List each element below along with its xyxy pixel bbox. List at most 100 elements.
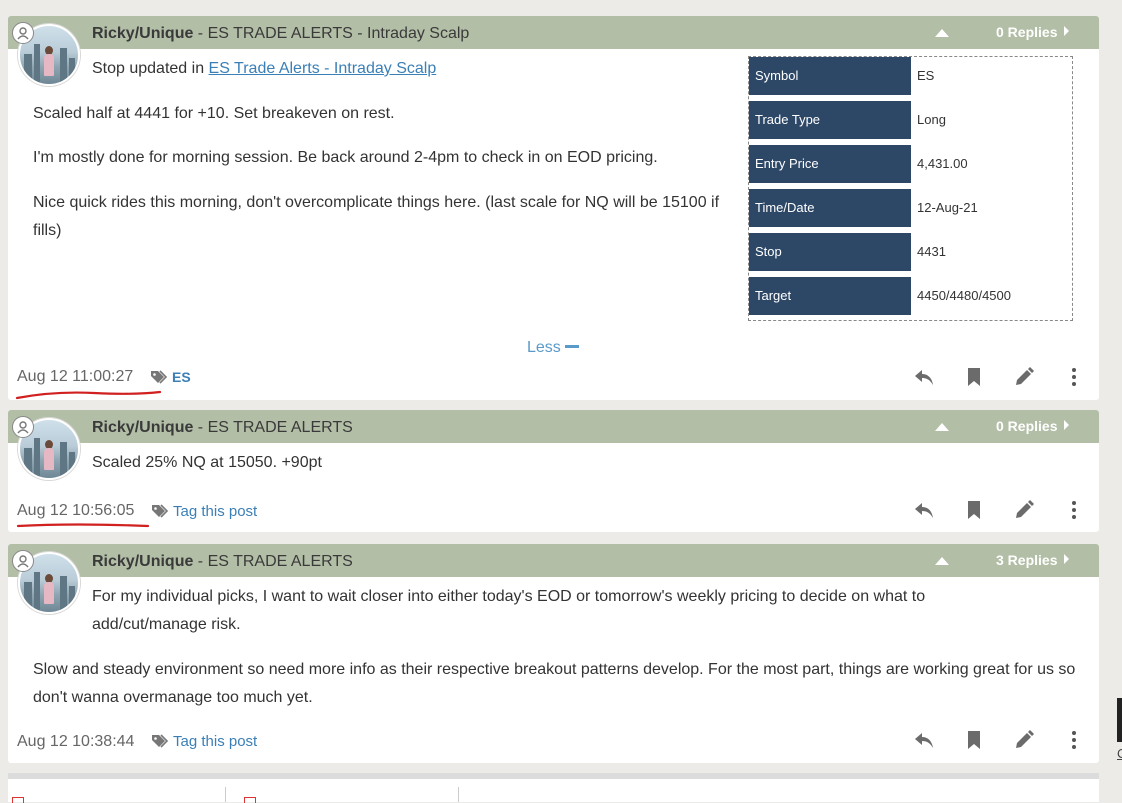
trade-row-date: Time/Date 12-Aug-21 <box>749 189 1072 227</box>
bookmark-icon[interactable] <box>962 498 986 522</box>
post-timestamp[interactable]: Aug 12 10:38:44 <box>17 733 134 751</box>
trade-value: Long <box>917 112 946 127</box>
post-3: Ricky/Unique - ES TRADE ALERTS 3 Replies… <box>8 544 1099 763</box>
checkbox-stub[interactable] <box>244 797 256 803</box>
post-header: Ricky/Unique - ES TRADE ALERTS 3 Replies <box>8 544 1099 577</box>
trade-key: Entry Price <box>749 145 911 183</box>
post-paragraph: Slow and steady environment so need more… <box>33 661 1076 706</box>
post-timestamp[interactable]: Aug 12 11:00:27 <box>17 368 133 386</box>
edit-icon[interactable] <box>1012 498 1036 522</box>
less-label: Less <box>527 339 561 356</box>
trade-value: 4431 <box>917 244 946 259</box>
avatar-building <box>60 576 67 612</box>
tag-label: Tag this post <box>173 503 258 520</box>
chevron-right-icon <box>1064 554 1070 564</box>
chevron-up-icon[interactable] <box>935 423 949 431</box>
chevron-up-icon[interactable] <box>935 557 949 565</box>
bookmark-icon[interactable] <box>962 728 986 752</box>
more-vertical-icon[interactable] <box>1062 498 1086 522</box>
post-paragraph: I'm mostly done for morning session. Be … <box>33 149 658 166</box>
red-underline-annotation <box>15 390 162 400</box>
more-vertical-icon[interactable] <box>1062 728 1086 752</box>
trade-value: 4,431.00 <box>917 156 968 171</box>
post-paragraph: Scaled half at 4441 for +10. Set breakev… <box>33 105 395 122</box>
trade-key: Time/Date <box>749 189 911 227</box>
avatar-building <box>69 58 75 84</box>
edit-icon[interactable] <box>1012 728 1036 752</box>
trade-row-entry: Entry Price 4,431.00 <box>749 145 1072 183</box>
intro-text: Stop updated in <box>92 60 209 77</box>
post-tag[interactable]: ES <box>150 369 191 385</box>
channel-name: - ES TRADE ALERTS <box>193 419 353 436</box>
user-icon <box>12 416 34 438</box>
trade-value: ES <box>917 68 935 83</box>
post-header: Ricky/Unique - ES TRADE ALERTS - Intrada… <box>8 16 1099 49</box>
trade-row-symbol: Symbol ES <box>749 57 1072 95</box>
tag-this-post[interactable]: Tag this post <box>151 733 257 750</box>
author-line: Ricky/Unique - ES TRADE ALERTS - Intrada… <box>92 25 469 43</box>
chevron-up-icon[interactable] <box>935 29 949 37</box>
channel-link[interactable]: ES Trade Alerts - Intraday Scalp <box>209 60 437 77</box>
replies-link[interactable]: 0 Replies <box>996 24 1070 40</box>
scrollbar-edge[interactable] <box>1117 698 1122 742</box>
replies-count: 0 Replies <box>996 418 1058 434</box>
author-name[interactable]: Ricky/Unique <box>92 419 193 436</box>
minus-icon <box>564 345 579 348</box>
post-timestamp[interactable]: Aug 12 10:56:05 <box>17 502 134 520</box>
replies-link[interactable]: 3 Replies <box>996 552 1070 568</box>
reply-icon[interactable] <box>912 365 936 389</box>
reply-icon[interactable] <box>912 728 936 752</box>
chevron-right-icon <box>1064 420 1070 430</box>
tag-icon <box>151 370 168 384</box>
red-underline-annotation <box>16 523 150 528</box>
post-intro: Stop updated in ES Trade Alerts - Intrad… <box>92 55 436 83</box>
avatar-building <box>60 442 67 478</box>
checkbox-stub[interactable] <box>12 797 24 803</box>
post-1: Ricky/Unique - ES TRADE ALERTS - Intrada… <box>8 16 1099 400</box>
avatar-person <box>44 582 54 604</box>
avatar-building <box>60 48 67 84</box>
more-vertical-icon[interactable] <box>1062 365 1086 389</box>
avatar-person <box>44 448 54 470</box>
avatar-building <box>24 54 32 84</box>
post-paragraph: For my individual picks, I want to wait … <box>92 588 926 633</box>
tag-this-post[interactable]: Tag this post <box>151 503 257 520</box>
author-line: Ricky/Unique - ES TRADE ALERTS <box>92 553 353 571</box>
post-paragraph: Nice quick rides this morning, don't ove… <box>33 194 720 239</box>
avatar-building <box>34 572 40 612</box>
avatar-building <box>34 44 40 84</box>
author-line: Ricky/Unique - ES TRADE ALERTS <box>92 419 353 437</box>
bookmark-icon[interactable] <box>962 365 986 389</box>
next-post-stub <box>8 773 1099 803</box>
trade-key: Stop <box>749 233 911 271</box>
avatar-building <box>69 452 75 478</box>
edit-icon[interactable] <box>1012 365 1036 389</box>
post-header: Ricky/Unique - ES TRADE ALERTS 0 Replies <box>8 410 1099 443</box>
trade-row-target: Target 4450/4480/4500 <box>749 277 1072 315</box>
avatar-building <box>34 438 40 478</box>
trade-key: Symbol <box>749 57 911 95</box>
author-name[interactable]: Ricky/Unique <box>92 553 193 570</box>
tag-icon <box>152 504 169 518</box>
author-name[interactable]: Ricky/Unique <box>92 25 193 42</box>
trade-value: 4450/4480/4500 <box>917 288 1011 303</box>
replies-link[interactable]: 0 Replies <box>996 418 1070 434</box>
post-paragraph: Scaled 25% NQ at 15050. +90pt <box>92 454 322 471</box>
replies-count: 3 Replies <box>996 552 1058 568</box>
reply-icon[interactable] <box>912 498 936 522</box>
avatar-building <box>69 586 75 612</box>
avatar-person <box>44 54 54 76</box>
trade-key: Trade Type <box>749 101 911 139</box>
tag-icon <box>152 734 169 748</box>
avatar-building <box>24 448 32 478</box>
next-post-header-stub <box>8 773 1099 779</box>
trade-key: Target <box>749 277 911 315</box>
user-icon <box>12 550 34 572</box>
trade-row-stop: Stop 4431 <box>749 233 1072 271</box>
tag-label: ES <box>172 369 191 385</box>
divider <box>458 787 459 802</box>
channel-name: - ES TRADE ALERTS <box>193 553 353 570</box>
edge-link[interactable]: C <box>1117 746 1122 761</box>
less-toggle[interactable]: Less <box>527 339 579 357</box>
trade-table: Symbol ES Trade Type Long Entry Price 4,… <box>748 56 1073 321</box>
